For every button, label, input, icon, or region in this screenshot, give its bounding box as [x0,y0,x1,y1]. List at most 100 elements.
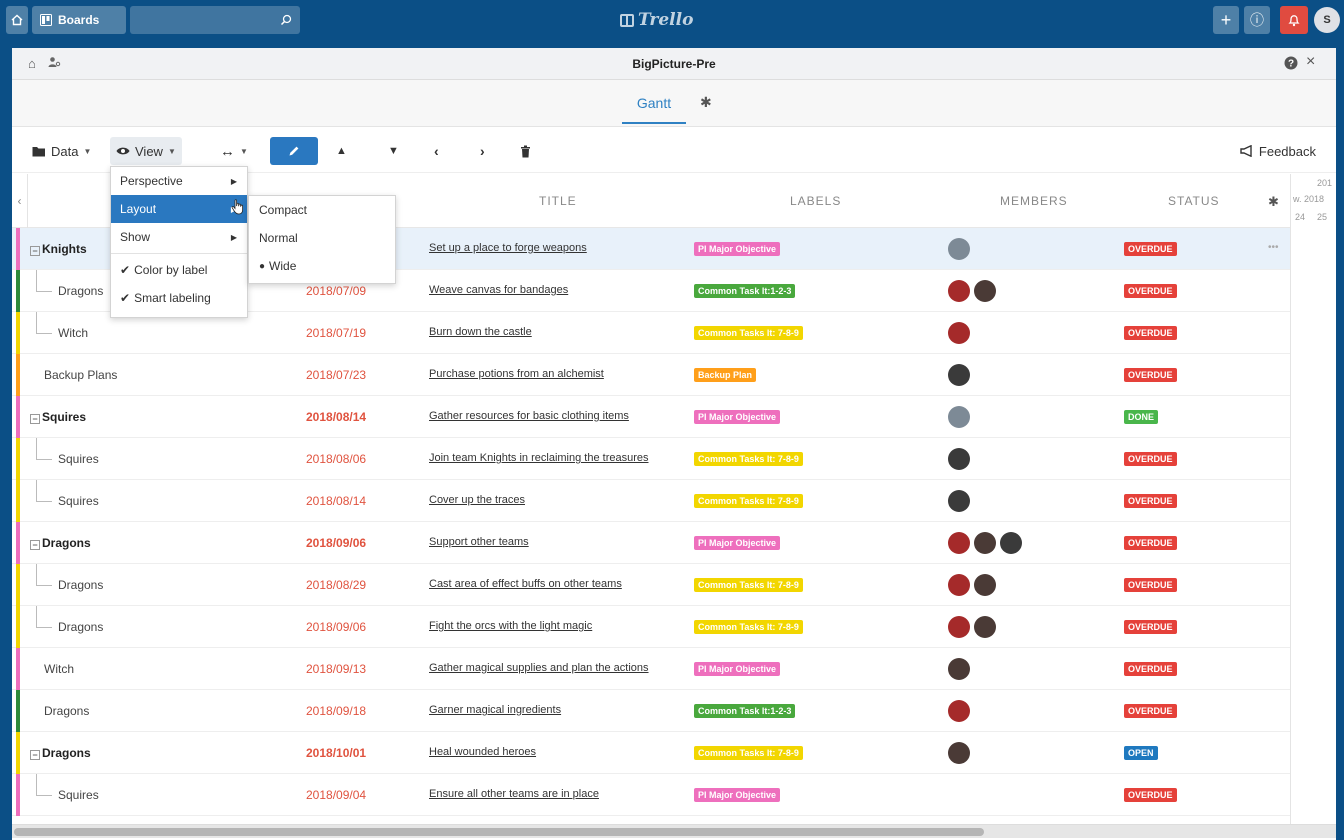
avatar[interactable] [948,700,970,722]
close-icon[interactable]: × [1306,53,1315,71]
boards-button[interactable]: Boards [32,6,126,34]
table-row[interactable]: Witch 2018/07/19 Burn down the castle Commo… [12,312,1292,354]
avatar[interactable] [948,406,970,428]
table-row[interactable]: Squires 2018/08/06 Join team Knights in re… [12,438,1292,480]
table-row[interactable]: Squires 2018/09/04 Ensure all other teams … [12,774,1292,816]
card-label: Common Tasks It: 7-8-9 [694,326,803,340]
scrollbar-thumb[interactable] [14,828,984,836]
outdent-button[interactable]: ‹ [428,137,445,165]
table-row[interactable]: − Squires 2018/08/14 Gather resources for b… [12,396,1292,438]
card-title-link[interactable]: Gather magical supplies and plan the act… [429,662,649,674]
create-button[interactable]: + [1213,6,1239,34]
submenu-item-normal[interactable]: Normal [249,224,395,252]
table-row[interactable]: Dragons 2018/09/18 Garner magical ingredie… [12,690,1292,732]
avatar[interactable] [948,658,970,680]
card-title-link[interactable]: Join team Knights in reclaiming the trea… [429,452,649,464]
table-row[interactable]: − Dragons 2018/10/01 Heal wounded heroes Com… [12,732,1292,774]
tab-gantt[interactable]: Gantt [622,95,686,124]
column-header-labels[interactable]: LABELS [790,194,841,208]
card-label: Common Task It:1-2-3 [694,284,796,298]
row-group-name: Squires [58,452,99,466]
collapse-toggle-icon[interactable]: − [30,246,40,256]
avatar[interactable] [974,280,996,302]
gear-icon[interactable]: ✱ [700,94,712,111]
horizontal-scrollbar[interactable] [12,824,1336,838]
trello-logo[interactable]: Trello [620,10,693,30]
data-menu-button[interactable]: Data ▼ [26,137,97,165]
card-title-link[interactable]: Fight the orcs with the light magic [429,620,592,632]
avatar[interactable] [948,280,970,302]
collapse-toggle-icon[interactable]: − [30,750,40,760]
card-title-link[interactable]: Gather resources for basic clothing item… [429,410,629,422]
notifications-button[interactable] [1280,6,1308,34]
feedback-button[interactable]: Feedback [1234,137,1322,165]
help-icon[interactable]: ? [1284,56,1298,73]
menu-item-layout[interactable]: Layout ▶ [111,195,247,223]
menu-item-show[interactable]: Show ▶ [111,223,247,251]
table-row[interactable]: Dragons 2018/08/29 Cast area of effect buf… [12,564,1292,606]
column-header-members[interactable]: MEMBERS [1000,194,1068,208]
move-up-button[interactable]: ▲ [330,137,353,165]
card-title-link[interactable]: Garner magical ingredients [429,704,561,716]
avatar[interactable] [948,364,970,386]
indent-button[interactable]: › [474,137,491,165]
label-color-bar [16,438,20,480]
home-button[interactable] [6,6,28,34]
column-settings-gear-icon[interactable]: ✱ [1268,194,1279,210]
view-dropdown-menu: Perspective ▶ Layout ▶ Show ▶ ✔ Color by… [110,166,248,318]
label-color-bar [16,774,20,816]
avatar[interactable] [974,574,996,596]
user-avatar[interactable]: S [1314,7,1340,33]
card-title-link[interactable]: Cover up the traces [429,494,525,506]
collapse-toggle-icon[interactable]: − [30,540,40,550]
avatar[interactable] [948,490,970,512]
card-title-link[interactable]: Set up a place to forge weapons [429,242,587,254]
avatar[interactable] [948,742,970,764]
zoom-menu-button[interactable]: ↔ ▼ [214,137,254,165]
card-label: Backup Plan [694,368,757,382]
move-down-button[interactable]: ▼ [382,137,405,165]
menu-item-smart-labeling[interactable]: ✔ Smart labeling [111,284,247,312]
edit-button[interactable] [270,137,318,165]
view-menu-button[interactable]: View ▼ [110,137,182,165]
avatar[interactable] [974,532,996,554]
avatar[interactable] [974,616,996,638]
menu-item-color-by-label[interactable]: ✔ Color by label [111,256,247,284]
table-row[interactable]: Witch 2018/09/13 Gather magical supplies a… [12,648,1292,690]
card-title-link[interactable]: Burn down the castle [429,326,532,338]
submenu-item-compact[interactable]: Compact [249,196,395,224]
delete-button[interactable] [514,137,537,165]
card-title-link[interactable]: Ensure all other teams are in place [429,788,599,800]
table-row[interactable]: Dragons 2018/09/06 Fight the orcs with the… [12,606,1292,648]
card-title-link[interactable]: Support other teams [429,536,529,548]
more-options-icon[interactable]: ••• [1268,242,1279,253]
search-input[interactable] [130,6,300,34]
collapse-toggle-icon[interactable]: − [30,414,40,424]
view-tabs: Gantt ✱ [12,80,1336,127]
tree-connector [36,501,52,502]
timeline-day: 25 [1317,212,1328,222]
card-title-link[interactable]: Heal wounded heroes [429,746,536,758]
avatar[interactable] [948,238,970,260]
boards-label: Boards [58,13,100,27]
avatar[interactable] [948,448,970,470]
submenu-item-wide[interactable]: ● Wide [249,252,395,280]
avatar[interactable] [948,616,970,638]
table-row[interactable]: Squires 2018/08/14 Cover up the traces Comm… [12,480,1292,522]
avatar[interactable] [948,532,970,554]
avatar[interactable] [948,322,970,344]
menu-item-perspective[interactable]: Perspective ▶ [111,167,247,195]
card-title-link[interactable]: Cast area of effect buffs on other teams [429,578,622,590]
info-button[interactable]: ⓘ [1244,6,1270,34]
column-header-title[interactable]: TITLE [539,194,577,208]
card-label: Common Tasks It: 7-8-9 [694,620,803,634]
card-title-link[interactable]: Purchase potions from an alchemist [429,368,604,380]
avatar[interactable] [1000,532,1022,554]
row-name-text: Dragons [44,704,90,718]
column-header-status[interactable]: STATUS [1168,194,1220,208]
collapse-panel-button[interactable]: ‹ [12,174,28,228]
table-row[interactable]: − Dragons 2018/09/06 Support other teams PI … [12,522,1292,564]
table-row[interactable]: Backup Plans 2018/07/23 Purchase potions f… [12,354,1292,396]
card-title-link[interactable]: Weave canvas for bandages [429,284,568,296]
avatar[interactable] [948,574,970,596]
